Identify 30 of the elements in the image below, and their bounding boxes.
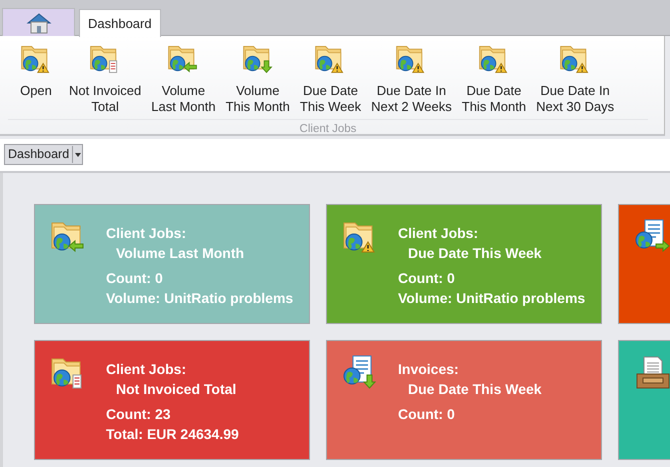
tile-stat: Count: 0 [398,269,456,288]
tile-stat: Volume: UnitRatio problems [106,289,294,308]
tile-subtitle: Not Invoiced Total [115,380,238,399]
home-tab[interactable] [2,8,75,36]
caret-icon [74,152,81,156]
tile-title: Client Jobs: [398,224,480,243]
house-icon [26,12,52,34]
tile-subtitle: Due Date This Week [407,244,543,263]
group-label: Client Jobs [8,119,648,138]
tile-title: Client Jobs: [106,360,188,379]
ribbon-button[interactable]: Not Invoiced Total [64,40,146,117]
ribbon-button[interactable]: Due Date This Week [294,40,366,117]
tile-subtitle: Volume Last Month [115,244,246,263]
ribbon-button[interactable]: Due Date In Next 30 Days [531,40,620,117]
tile-title: Client Jobs: [106,224,188,243]
ribbon-button[interactable]: Volume This Month [220,40,295,117]
tile-stat: Count: 23 [106,405,172,424]
tile-stat: Count: 0 [398,405,456,424]
tile-stat: Volume: UnitRatio problems [398,289,586,308]
ribbon-button[interactable]: Due Date In Next 2 Weeks [366,40,457,117]
tile-stat: Total: EUR 24634.99 [106,425,239,444]
tile-title: Invoices: [398,360,460,379]
ribbon-button[interactable]: Due Date This Month [456,40,532,117]
tile-stat: Count: 0 [106,269,164,288]
dashboard-tab[interactable]: Dashboard [79,9,161,37]
dashboard-dropdown[interactable]: Dashboard [4,144,84,165]
dashboard-tile[interactable]: Client Jobs: Not Invoiced Total Count: 23 Total: EUR 24634.99 [34,340,310,460]
tile-subtitle: Due Date This Week [407,380,542,399]
ribbon-button[interactable]: Open [8,40,64,117]
ribbon-button[interactable]: Volume Last Month [146,40,221,117]
